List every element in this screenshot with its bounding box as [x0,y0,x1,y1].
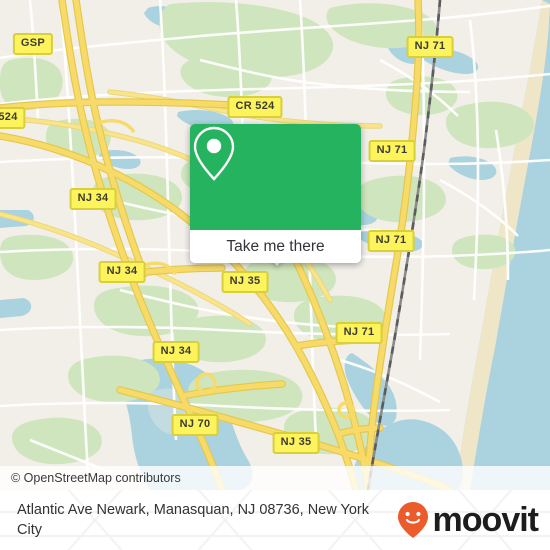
map-canvas[interactable]: GSP NJ 71 CR 524 524 NJ 71 NJ 34 NJ 71 N… [0,0,550,490]
shield-nj71-lower: NJ 71 [335,322,383,344]
shield-nj34-upper: NJ 34 [69,188,117,210]
shield-cr524: CR 524 [227,96,283,118]
shield-nj34-mid: NJ 34 [98,261,146,283]
moovit-wordmark: moovit [432,501,539,539]
shield-nj35-lower: NJ 35 [272,432,320,454]
shield-nj71-north: NJ 71 [406,36,454,58]
moovit-map-screenshot: GSP NJ 71 CR 524 524 NJ 71 NJ 34 NJ 71 N… [0,0,550,550]
attribution-text: © OpenStreetMap contributors [11,471,181,485]
take-me-there-button[interactable]: Take me there [190,230,361,263]
shield-nj70: NJ 70 [171,414,219,436]
shield-524: 524 [0,107,26,129]
footer-bar: Atlantic Ave Newark, Manasquan, NJ 08736… [0,490,550,550]
callout-pin-area [190,124,361,230]
shield-nj35-upper: NJ 35 [221,271,269,293]
moovit-smiley-pin-icon [397,502,428,538]
location-callout-card[interactable]: Take me there [190,124,361,263]
moovit-brand: moovit [397,501,539,539]
shield-gsp: GSP [12,33,54,55]
shield-nj34-lower: NJ 34 [152,341,200,363]
location-pin-icon [193,126,235,181]
map-attribution: © OpenStreetMap contributors [0,466,550,490]
address-label: Atlantic Ave Newark, Manasquan, NJ 08736… [17,502,369,538]
shield-nj71-mid: NJ 71 [367,230,415,252]
shield-nj71-upper: NJ 71 [368,140,416,162]
